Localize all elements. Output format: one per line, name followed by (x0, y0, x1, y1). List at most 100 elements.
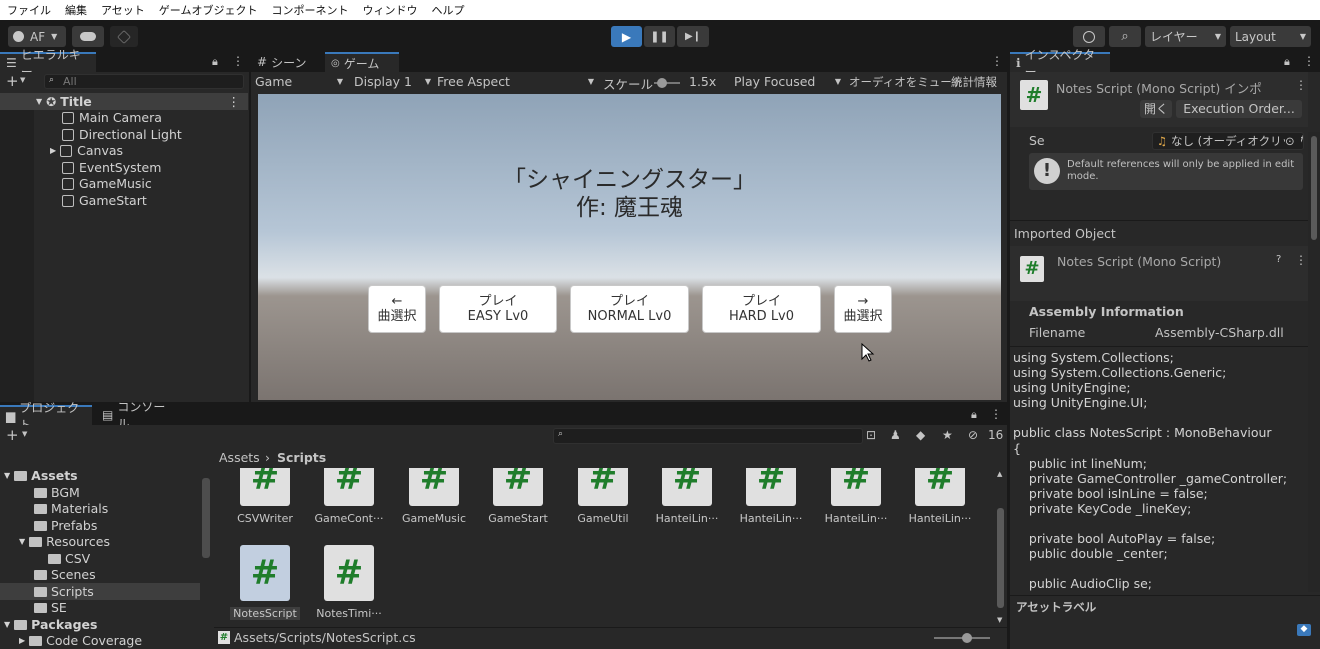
menu-gameobject[interactable]: ゲームオブジェクト (152, 2, 265, 18)
hierarchy-item[interactable]: EventSystem (0, 159, 248, 176)
history-button[interactable] (1073, 26, 1105, 47)
kebab-menu-icon[interactable]: ⋮ (990, 407, 1002, 421)
kebab-menu-icon[interactable]: ⋮ (1303, 54, 1315, 68)
script-asset[interactable]: # GameCont··· (308, 468, 390, 525)
asset-grid-scrollbar[interactable]: ▲ ▼ (994, 468, 1007, 627)
tab-scene[interactable]: # シーン (251, 52, 325, 72)
open-button[interactable]: 開く (1140, 100, 1172, 118)
layers-dropdown[interactable]: レイヤー ▼ (1145, 26, 1226, 47)
chevron-down-icon[interactable]: ▼ (22, 430, 27, 438)
se-object-field[interactable]: ♫ なし (オーディオクリップ) ⊙ (1152, 132, 1304, 150)
layout-dropdown[interactable]: Layout ▼ (1230, 26, 1311, 47)
search-button[interactable]: ⌕ (1109, 26, 1141, 47)
add-icon[interactable]: + (6, 72, 19, 90)
aspect-dropdown[interactable]: Free Aspect ▼ (437, 74, 594, 89)
execution-order-button[interactable]: Execution Order... (1176, 100, 1302, 118)
filter-icon[interactable]: ♟ (890, 428, 901, 442)
tab-hierarchy[interactable]: ☰ヒエラルキー (0, 48, 96, 79)
hierarchy-item[interactable]: Main Camera (0, 109, 248, 126)
inspector-scrollbar[interactable] (1308, 132, 1320, 592)
cloud-button[interactable] (72, 26, 104, 47)
folder-row[interactable]: Materials (0, 500, 200, 517)
hierarchy-item[interactable]: Directional Light (0, 126, 248, 143)
scale-slider-thumb[interactable] (657, 78, 667, 88)
collab-button[interactable] (110, 26, 138, 47)
add-icon[interactable]: + (6, 426, 19, 444)
pause-button[interactable]: ❚❚ (644, 26, 675, 47)
search-by-type-icon[interactable]: ⊡ (866, 428, 876, 442)
folder-row[interactable]: ▶ Code Coverage (0, 632, 200, 649)
hierarchy-item[interactable]: GameStart (0, 192, 248, 209)
breadcrumb-scripts[interactable]: Scripts (277, 450, 326, 465)
play-normal-button[interactable]: プレイ NORMAL Lv0 (570, 285, 689, 333)
folder-row[interactable]: ▼ Assets (0, 467, 200, 484)
lock-icon[interactable]: 🔒︎ (1284, 55, 1290, 69)
project-search-input[interactable]: ⌕ (553, 428, 863, 444)
script-asset[interactable]: # HanteiLin··· (646, 468, 728, 525)
play-hard-button[interactable]: プレイ HARD Lv0 (702, 285, 821, 333)
scroll-up-icon[interactable]: ▲ (997, 470, 1002, 478)
scroll-down-icon[interactable]: ▼ (997, 616, 1002, 624)
folder-row[interactable]: Prefabs (0, 517, 200, 534)
kebab-menu-icon[interactable]: ⋮ (232, 54, 244, 68)
account-dropdown[interactable]: AF ▼ (8, 26, 66, 47)
folder-row[interactable]: Scenes (0, 566, 200, 583)
folder-row[interactable]: ▼ Resources (0, 533, 200, 550)
folder-row[interactable]: BGM (0, 484, 200, 501)
hierarchy-search-input[interactable]: ⌕ All (44, 74, 244, 89)
menu-file[interactable]: ファイル (0, 2, 58, 18)
hierarchy-item[interactable]: ▶ Canvas (0, 142, 248, 159)
scene-row[interactable]: ▼ ✪ Title ⋮ (0, 93, 248, 110)
label-tag-icon[interactable]: ◆ (1297, 624, 1311, 636)
mute-audio-toggle[interactable]: オーディオをミュート (849, 74, 963, 90)
menu-edit[interactable]: 編集 (58, 2, 94, 18)
hidden-packages-icon[interactable]: ⊘ (968, 428, 978, 442)
kebab-menu-icon[interactable]: ⋮ (1295, 78, 1307, 92)
play-button[interactable]: ▶ (611, 26, 642, 47)
help-icon[interactable]: ? (1276, 254, 1281, 265)
script-asset[interactable]: # GameMusic (393, 468, 475, 525)
favorite-star-icon[interactable]: ★ (942, 428, 953, 442)
menu-window[interactable]: ウィンドウ (355, 2, 424, 18)
scale-slider[interactable] (654, 78, 680, 88)
script-asset[interactable]: # CSVWriter (224, 468, 306, 525)
play-focused-dropdown[interactable]: Play Focused ▼ (734, 74, 841, 89)
tab-console[interactable]: ▤ コンソール (96, 400, 176, 431)
game-dropdown[interactable]: Game ▼ (255, 74, 343, 89)
folder-row[interactable]: ▼ Packages (0, 616, 200, 633)
kebab-menu-icon[interactable]: ⋮ (1295, 253, 1307, 267)
chevron-down-icon[interactable]: ▼ (20, 76, 25, 84)
menu-help[interactable]: ヘルプ (424, 2, 471, 18)
object-picker-icon[interactable]: ⊙ (1285, 133, 1301, 149)
breadcrumb-assets[interactable]: Assets (219, 450, 260, 465)
tree-scrollbar-thumb[interactable] (202, 478, 210, 558)
folder-row[interactable]: SE (0, 599, 200, 616)
script-asset[interactable]: # HanteiLin··· (730, 468, 812, 525)
scrollbar-thumb[interactable] (997, 508, 1004, 608)
kebab-menu-icon[interactable]: ⋮ (991, 54, 1003, 68)
script-asset[interactable]: # NotesTimi··· (308, 545, 390, 620)
game-viewport[interactable]: 「シャイニングスター」 作: 魔王魂 ← 曲選択 プレイ EASY Lv0 プレイ N… (258, 94, 1001, 400)
stats-toggle[interactable]: 統計情報 (951, 74, 997, 90)
next-song-button[interactable]: → 曲選択 (834, 285, 892, 333)
tab-inspector[interactable]: ℹインスペクター (1010, 48, 1110, 79)
scrollbar-thumb[interactable] (1311, 136, 1317, 240)
script-asset[interactable]: # HanteiLin··· (899, 468, 981, 525)
kebab-menu-icon[interactable]: ⋮ (228, 94, 241, 109)
label-filter-icon[interactable]: ◆ (916, 428, 925, 442)
prev-song-button[interactable]: ← 曲選択 (368, 285, 426, 333)
lock-icon[interactable]: 🔒︎ (212, 55, 218, 69)
script-asset[interactable]: # GameStart (477, 468, 559, 525)
folder-row-selected[interactable]: Scripts (0, 583, 200, 600)
menu-component[interactable]: コンポーネント (264, 2, 355, 18)
script-asset-selected[interactable]: # NotesScript (224, 545, 306, 620)
folder-row[interactable]: CSV (0, 550, 200, 567)
script-asset[interactable]: # GameUtil (562, 468, 644, 525)
step-button[interactable]: ▶❙ (677, 26, 709, 47)
display-dropdown[interactable]: Display 1 ▼ (354, 74, 431, 89)
menu-assets[interactable]: アセット (94, 2, 152, 18)
icon-size-slider[interactable] (934, 633, 990, 643)
play-easy-button[interactable]: プレイ EASY Lv0 (439, 285, 557, 333)
lock-icon[interactable]: 🔒︎ (971, 408, 977, 422)
icon-size-slider-thumb[interactable] (962, 633, 972, 643)
